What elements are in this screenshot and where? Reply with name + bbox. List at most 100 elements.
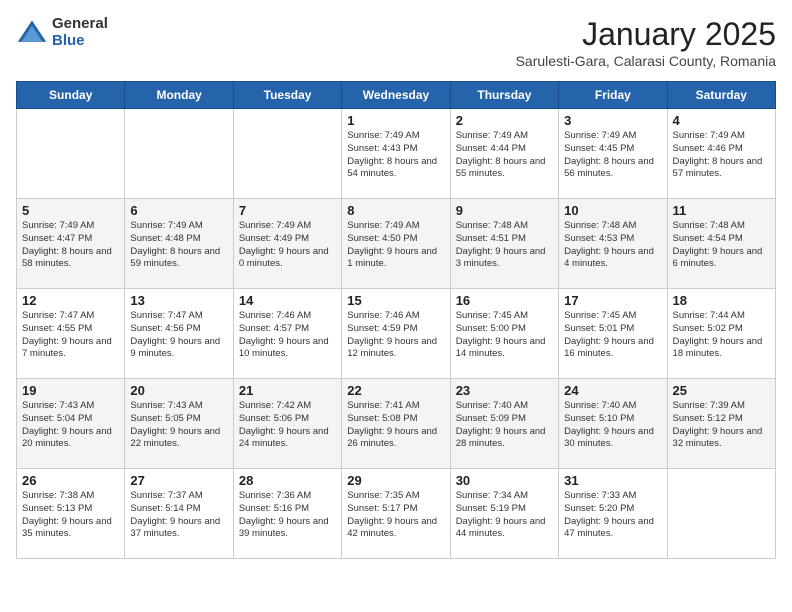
- day-info: Sunrise: 7:34 AM Sunset: 5:19 PM Dayligh…: [456, 490, 553, 541]
- calendar-cell: 7Sunrise: 7:49 AM Sunset: 4:49 PM Daylig…: [233, 199, 341, 289]
- calendar-cell: 3 Sunrise: 7:49 AM Sunset: 4:45 PM Daylig…: [559, 109, 667, 199]
- day-info: Sunrise: 7:49 AM Sunset: 4:48 PM Dayligh…: [130, 220, 227, 271]
- day-number: 3: [564, 113, 661, 128]
- day-info: Sunrise: 7:45 AM Sunset: 5:01 PM Dayligh…: [564, 310, 661, 361]
- calendar-cell: 31 Sunrise: 7:33 AM Sunset: 5:20 PM Dayli…: [559, 469, 667, 559]
- day-number: 4: [673, 113, 770, 128]
- day-number: 16: [456, 293, 553, 308]
- day-info: Sunrise: 7:46 AM Sunset: 4:59 PM Dayligh…: [347, 310, 444, 361]
- calendar-subtitle: Sarulesti-Gara, Calarasi County, Romania: [516, 53, 776, 69]
- calendar-cell: 20Sunrise: 7:43 AM Sunset: 5:05 PM Dayli…: [125, 379, 233, 469]
- logo-text: General Blue: [52, 16, 108, 49]
- day-number: 21: [239, 383, 336, 398]
- day-number: 26: [22, 473, 119, 488]
- day-info: Sunrise: 7:49 AM Sunset: 4:44 PM Dayligh…: [456, 130, 553, 181]
- calendar-week-3: 12 Sunrise: 7:47 AM Sunset: 4:55 PM Dayli…: [17, 289, 776, 379]
- weekday-header-wednesday: Wednesday: [342, 82, 450, 109]
- day-info: Sunrise: 7:40 AM Sunset: 5:09 PM Dayligh…: [456, 400, 553, 451]
- day-info: Sunrise: 7:40 AM Sunset: 5:10 PM Dayligh…: [564, 400, 661, 451]
- day-number: 29: [347, 473, 444, 488]
- day-info: Sunrise: 7:45 AM Sunset: 5:00 PM Dayligh…: [456, 310, 553, 361]
- day-number: 23: [456, 383, 553, 398]
- day-number: 9: [456, 203, 553, 218]
- day-info: Sunrise: 7:48 AM Sunset: 4:51 PM Dayligh…: [456, 220, 553, 271]
- calendar-cell: 21 Sunrise: 7:42 AM Sunset: 5:06 PM Dayli…: [233, 379, 341, 469]
- day-number: 12: [22, 293, 119, 308]
- weekday-header-tuesday: Tuesday: [233, 82, 341, 109]
- calendar-cell: 8Sunrise: 7:49 AM Sunset: 4:50 PM Daylig…: [342, 199, 450, 289]
- day-number: 5: [22, 203, 119, 218]
- day-number: 15: [347, 293, 444, 308]
- calendar-cell: 4 Sunrise: 7:49 AM Sunset: 4:46 PM Daylig…: [667, 109, 775, 199]
- day-info: Sunrise: 7:49 AM Sunset: 4:50 PM Dayligh…: [347, 220, 444, 271]
- calendar-cell: 24 Sunrise: 7:40 AM Sunset: 5:10 PM Dayli…: [559, 379, 667, 469]
- day-number: 31: [564, 473, 661, 488]
- day-info: Sunrise: 7:42 AM Sunset: 5:06 PM Dayligh…: [239, 400, 336, 451]
- calendar-cell: 16 Sunrise: 7:45 AM Sunset: 5:00 PM Dayli…: [450, 289, 558, 379]
- day-number: 30: [456, 473, 553, 488]
- calendar-header: SundayMondayTuesdayWednesdayThursdayFrid…: [17, 82, 776, 109]
- calendar-cell: 29 Sunrise: 7:35 AM Sunset: 5:17 PM Dayli…: [342, 469, 450, 559]
- calendar-cell: [125, 109, 233, 199]
- day-number: 11: [673, 203, 770, 218]
- day-number: 6: [130, 203, 227, 218]
- logo: General Blue: [16, 16, 108, 49]
- day-info: Sunrise: 7:33 AM Sunset: 5:20 PM Dayligh…: [564, 490, 661, 541]
- weekday-header-thursday: Thursday: [450, 82, 558, 109]
- calendar-week-5: 26 Sunrise: 7:38 AM Sunset: 5:13 PM Dayli…: [17, 469, 776, 559]
- calendar-cell: 2 Sunrise: 7:49 AM Sunset: 4:44 PM Daylig…: [450, 109, 558, 199]
- calendar-cell: 30 Sunrise: 7:34 AM Sunset: 5:19 PM Dayli…: [450, 469, 558, 559]
- calendar-cell: 23 Sunrise: 7:40 AM Sunset: 5:09 PM Dayli…: [450, 379, 558, 469]
- weekday-header-sunday: Sunday: [17, 82, 125, 109]
- calendar-cell: 5 Sunrise: 7:49 AM Sunset: 4:47 PM Daylig…: [17, 199, 125, 289]
- day-info: Sunrise: 7:35 AM Sunset: 5:17 PM Dayligh…: [347, 490, 444, 541]
- day-info: Sunrise: 7:38 AM Sunset: 5:13 PM Dayligh…: [22, 490, 119, 541]
- day-info: Sunrise: 7:39 AM Sunset: 5:12 PM Dayligh…: [673, 400, 770, 451]
- day-info: Sunrise: 7:49 AM Sunset: 4:46 PM Dayligh…: [673, 130, 770, 181]
- day-info: Sunrise: 7:47 AM Sunset: 4:55 PM Dayligh…: [22, 310, 119, 361]
- calendar-cell: 12 Sunrise: 7:47 AM Sunset: 4:55 PM Dayli…: [17, 289, 125, 379]
- calendar-cell: 17Sunrise: 7:45 AM Sunset: 5:01 PM Dayli…: [559, 289, 667, 379]
- day-number: 13: [130, 293, 227, 308]
- calendar-cell: 11 Sunrise: 7:48 AM Sunset: 4:54 PM Dayli…: [667, 199, 775, 289]
- calendar-cell: 6 Sunrise: 7:49 AM Sunset: 4:48 PM Daylig…: [125, 199, 233, 289]
- day-info: Sunrise: 7:49 AM Sunset: 4:43 PM Dayligh…: [347, 130, 444, 181]
- calendar-table: SundayMondayTuesdayWednesdayThursdayFrid…: [16, 81, 776, 559]
- logo-icon: [16, 17, 48, 49]
- calendar-cell: 13 Sunrise: 7:47 AM Sunset: 4:56 PM Dayli…: [125, 289, 233, 379]
- header: General Blue January 2025 Sarulesti-Gara…: [16, 16, 776, 69]
- title-area: January 2025 Sarulesti-Gara, Calarasi Co…: [516, 16, 776, 69]
- day-info: Sunrise: 7:48 AM Sunset: 4:53 PM Dayligh…: [564, 220, 661, 271]
- day-info: Sunrise: 7:47 AM Sunset: 4:56 PM Dayligh…: [130, 310, 227, 361]
- calendar-week-1: 1 Sunrise: 7:49 AM Sunset: 4:43 PM Daylig…: [17, 109, 776, 199]
- calendar-cell: 15 Sunrise: 7:46 AM Sunset: 4:59 PM Dayli…: [342, 289, 450, 379]
- day-number: 28: [239, 473, 336, 488]
- calendar-cell: 18Sunrise: 7:44 AM Sunset: 5:02 PM Dayli…: [667, 289, 775, 379]
- day-info: Sunrise: 7:41 AM Sunset: 5:08 PM Dayligh…: [347, 400, 444, 451]
- weekday-header-saturday: Saturday: [667, 82, 775, 109]
- day-info: Sunrise: 7:43 AM Sunset: 5:04 PM Dayligh…: [22, 400, 119, 451]
- calendar-cell: 10 Sunrise: 7:48 AM Sunset: 4:53 PM Dayli…: [559, 199, 667, 289]
- calendar-cell: [17, 109, 125, 199]
- day-number: 22: [347, 383, 444, 398]
- day-number: 19: [22, 383, 119, 398]
- logo-blue-label: Blue: [52, 33, 108, 50]
- day-info: Sunrise: 7:49 AM Sunset: 4:45 PM Dayligh…: [564, 130, 661, 181]
- calendar-week-4: 19 Sunrise: 7:43 AM Sunset: 5:04 PM Dayli…: [17, 379, 776, 469]
- day-number: 2: [456, 113, 553, 128]
- calendar-title: January 2025: [516, 16, 776, 53]
- calendar-cell: 26 Sunrise: 7:38 AM Sunset: 5:13 PM Dayli…: [17, 469, 125, 559]
- day-number: 24: [564, 383, 661, 398]
- day-number: 1: [347, 113, 444, 128]
- calendar-cell: 1 Sunrise: 7:49 AM Sunset: 4:43 PM Daylig…: [342, 109, 450, 199]
- day-number: 10: [564, 203, 661, 218]
- day-number: 14: [239, 293, 336, 308]
- calendar-cell: 27Sunrise: 7:37 AM Sunset: 5:14 PM Dayli…: [125, 469, 233, 559]
- day-number: 18: [673, 293, 770, 308]
- calendar-cell: [233, 109, 341, 199]
- calendar-cell: 14Sunrise: 7:46 AM Sunset: 4:57 PM Dayli…: [233, 289, 341, 379]
- day-info: Sunrise: 7:49 AM Sunset: 4:47 PM Dayligh…: [22, 220, 119, 271]
- weekday-row: SundayMondayTuesdayWednesdayThursdayFrid…: [17, 82, 776, 109]
- day-info: Sunrise: 7:48 AM Sunset: 4:54 PM Dayligh…: [673, 220, 770, 271]
- day-info: Sunrise: 7:43 AM Sunset: 5:05 PM Dayligh…: [130, 400, 227, 451]
